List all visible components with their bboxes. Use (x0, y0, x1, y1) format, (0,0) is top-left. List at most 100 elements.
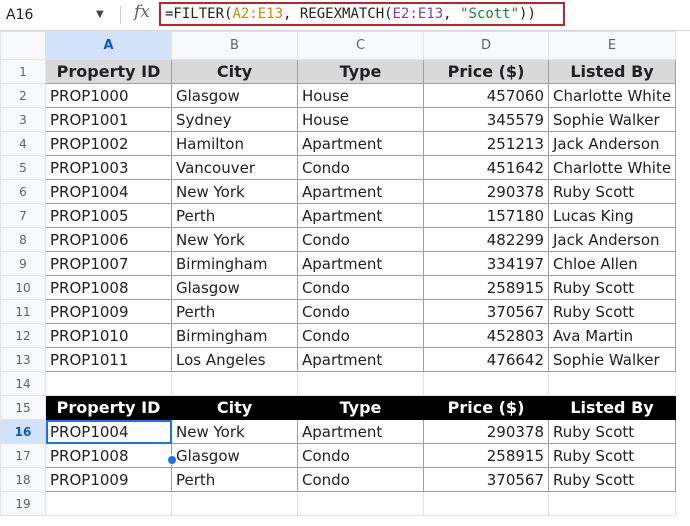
table-cell[interactable]: Chloe Allen (547, 251, 677, 276)
table-cell[interactable]: Condo (297, 443, 424, 468)
header-cell[interactable]: Type (297, 59, 424, 84)
table-cell[interactable]: House (297, 83, 424, 108)
table-cell[interactable]: Perth (171, 299, 298, 324)
empty-cell[interactable] (547, 371, 677, 396)
row-header[interactable]: 11 (0, 299, 46, 324)
row-header[interactable]: 12 (0, 323, 46, 348)
table-cell[interactable]: Condo (297, 467, 424, 492)
table-cell[interactable]: PROP1007 (45, 251, 172, 276)
table-cell[interactable]: PROP1008 (45, 443, 172, 468)
row-header[interactable]: 9 (0, 251, 46, 276)
table-cell[interactable]: 258915 (423, 443, 549, 468)
table-cell[interactable]: Glasgow (171, 275, 298, 300)
empty-cell[interactable] (171, 371, 298, 396)
table-cell[interactable]: Apartment (297, 347, 424, 372)
table-cell[interactable]: Condo (297, 275, 424, 300)
empty-cell[interactable] (423, 371, 549, 396)
name-box[interactable]: A16 ▼ (6, 5, 106, 25)
empty-cell[interactable] (297, 371, 424, 396)
table-cell[interactable]: PROP1009 (45, 467, 172, 492)
row-header[interactable]: 8 (0, 227, 46, 252)
table-cell[interactable]: PROP1000 (45, 83, 172, 108)
table-cell[interactable]: Ruby Scott (547, 467, 677, 492)
table-cell[interactable]: Ava Martin (547, 323, 677, 348)
header-cell[interactable]: City (171, 59, 298, 84)
empty-cell[interactable] (297, 491, 424, 516)
table-cell[interactable]: 157180 (423, 203, 549, 228)
table-cell[interactable]: Jack Anderson (547, 227, 677, 252)
table-cell[interactable]: New York (171, 419, 298, 444)
header-cell[interactable]: Type (297, 395, 424, 420)
table-cell[interactable]: 251213 (423, 131, 549, 156)
table-cell[interactable]: Apartment (297, 179, 424, 204)
row-header[interactable]: 4 (0, 131, 46, 156)
column-header[interactable]: C (297, 31, 424, 60)
table-cell[interactable]: 345579 (423, 107, 549, 132)
table-cell[interactable]: Glasgow (171, 443, 298, 468)
column-header[interactable]: B (171, 31, 298, 60)
row-header[interactable]: 18 (0, 467, 46, 492)
table-cell[interactable]: Apartment (297, 131, 424, 156)
table-cell[interactable]: Ruby Scott (547, 179, 677, 204)
table-cell[interactable]: Sophie Walker (547, 107, 677, 132)
table-cell[interactable]: PROP1004 (45, 419, 172, 444)
table-cell[interactable]: Condo (297, 227, 424, 252)
fill-handle[interactable] (167, 455, 177, 465)
column-header[interactable]: D (423, 31, 549, 60)
table-cell[interactable]: Ruby Scott (547, 419, 677, 444)
row-header[interactable]: 7 (0, 203, 46, 228)
row-header[interactable]: 14 (0, 371, 46, 396)
column-header[interactable]: E (547, 31, 677, 60)
header-cell[interactable]: Property ID (45, 395, 172, 420)
table-cell[interactable]: PROP1003 (45, 155, 172, 180)
empty-cell[interactable] (547, 491, 677, 516)
table-cell[interactable]: Condo (297, 299, 424, 324)
header-cell[interactable]: City (171, 395, 298, 420)
empty-cell[interactable] (171, 491, 298, 516)
table-cell[interactable]: Birmingham (171, 323, 298, 348)
empty-cell[interactable] (45, 491, 172, 516)
header-cell[interactable]: Listed By (547, 59, 677, 84)
table-cell[interactable]: 258915 (423, 275, 549, 300)
table-cell[interactable]: Apartment (297, 251, 424, 276)
row-header[interactable]: 6 (0, 179, 46, 204)
table-cell[interactable]: Ruby Scott (547, 299, 677, 324)
select-all-corner[interactable] (0, 31, 46, 60)
table-cell[interactable]: Perth (171, 467, 298, 492)
table-cell[interactable]: Glasgow (171, 83, 298, 108)
row-header[interactable]: 16 (0, 419, 46, 444)
table-cell[interactable]: Sydney (171, 107, 298, 132)
row-header[interactable]: 19 (0, 491, 46, 516)
table-cell[interactable]: House (297, 107, 424, 132)
row-header[interactable]: 3 (0, 107, 46, 132)
column-header[interactable]: A (45, 31, 172, 60)
row-header[interactable]: 5 (0, 155, 46, 180)
table-cell[interactable]: 370567 (423, 467, 549, 492)
table-cell[interactable]: Lucas King (547, 203, 677, 228)
table-cell[interactable]: PROP1004 (45, 179, 172, 204)
table-cell[interactable]: 290378 (423, 419, 549, 444)
row-header[interactable]: 1 (0, 59, 46, 84)
table-cell[interactable]: PROP1002 (45, 131, 172, 156)
table-cell[interactable]: Birmingham (171, 251, 298, 276)
table-cell[interactable]: New York (171, 179, 298, 204)
table-cell[interactable]: Los Angeles (171, 347, 298, 372)
table-cell[interactable]: Apartment (297, 419, 424, 444)
table-cell[interactable]: Charlotte White (547, 83, 677, 108)
row-header[interactable]: 10 (0, 275, 46, 300)
row-header[interactable]: 13 (0, 347, 46, 372)
table-cell[interactable]: Hamilton (171, 131, 298, 156)
table-cell[interactable]: PROP1011 (45, 347, 172, 372)
header-cell[interactable]: Price ($) (423, 59, 549, 84)
table-cell[interactable]: 334197 (423, 251, 549, 276)
table-cell[interactable]: Condo (297, 155, 424, 180)
table-cell[interactable]: PROP1005 (45, 203, 172, 228)
empty-cell[interactable] (45, 371, 172, 396)
table-cell[interactable]: Perth (171, 203, 298, 228)
empty-cell[interactable] (423, 491, 549, 516)
table-cell[interactable]: 451642 (423, 155, 549, 180)
table-cell[interactable]: 370567 (423, 299, 549, 324)
table-cell[interactable]: 290378 (423, 179, 549, 204)
row-header[interactable]: 2 (0, 83, 46, 108)
table-cell[interactable]: Apartment (297, 203, 424, 228)
